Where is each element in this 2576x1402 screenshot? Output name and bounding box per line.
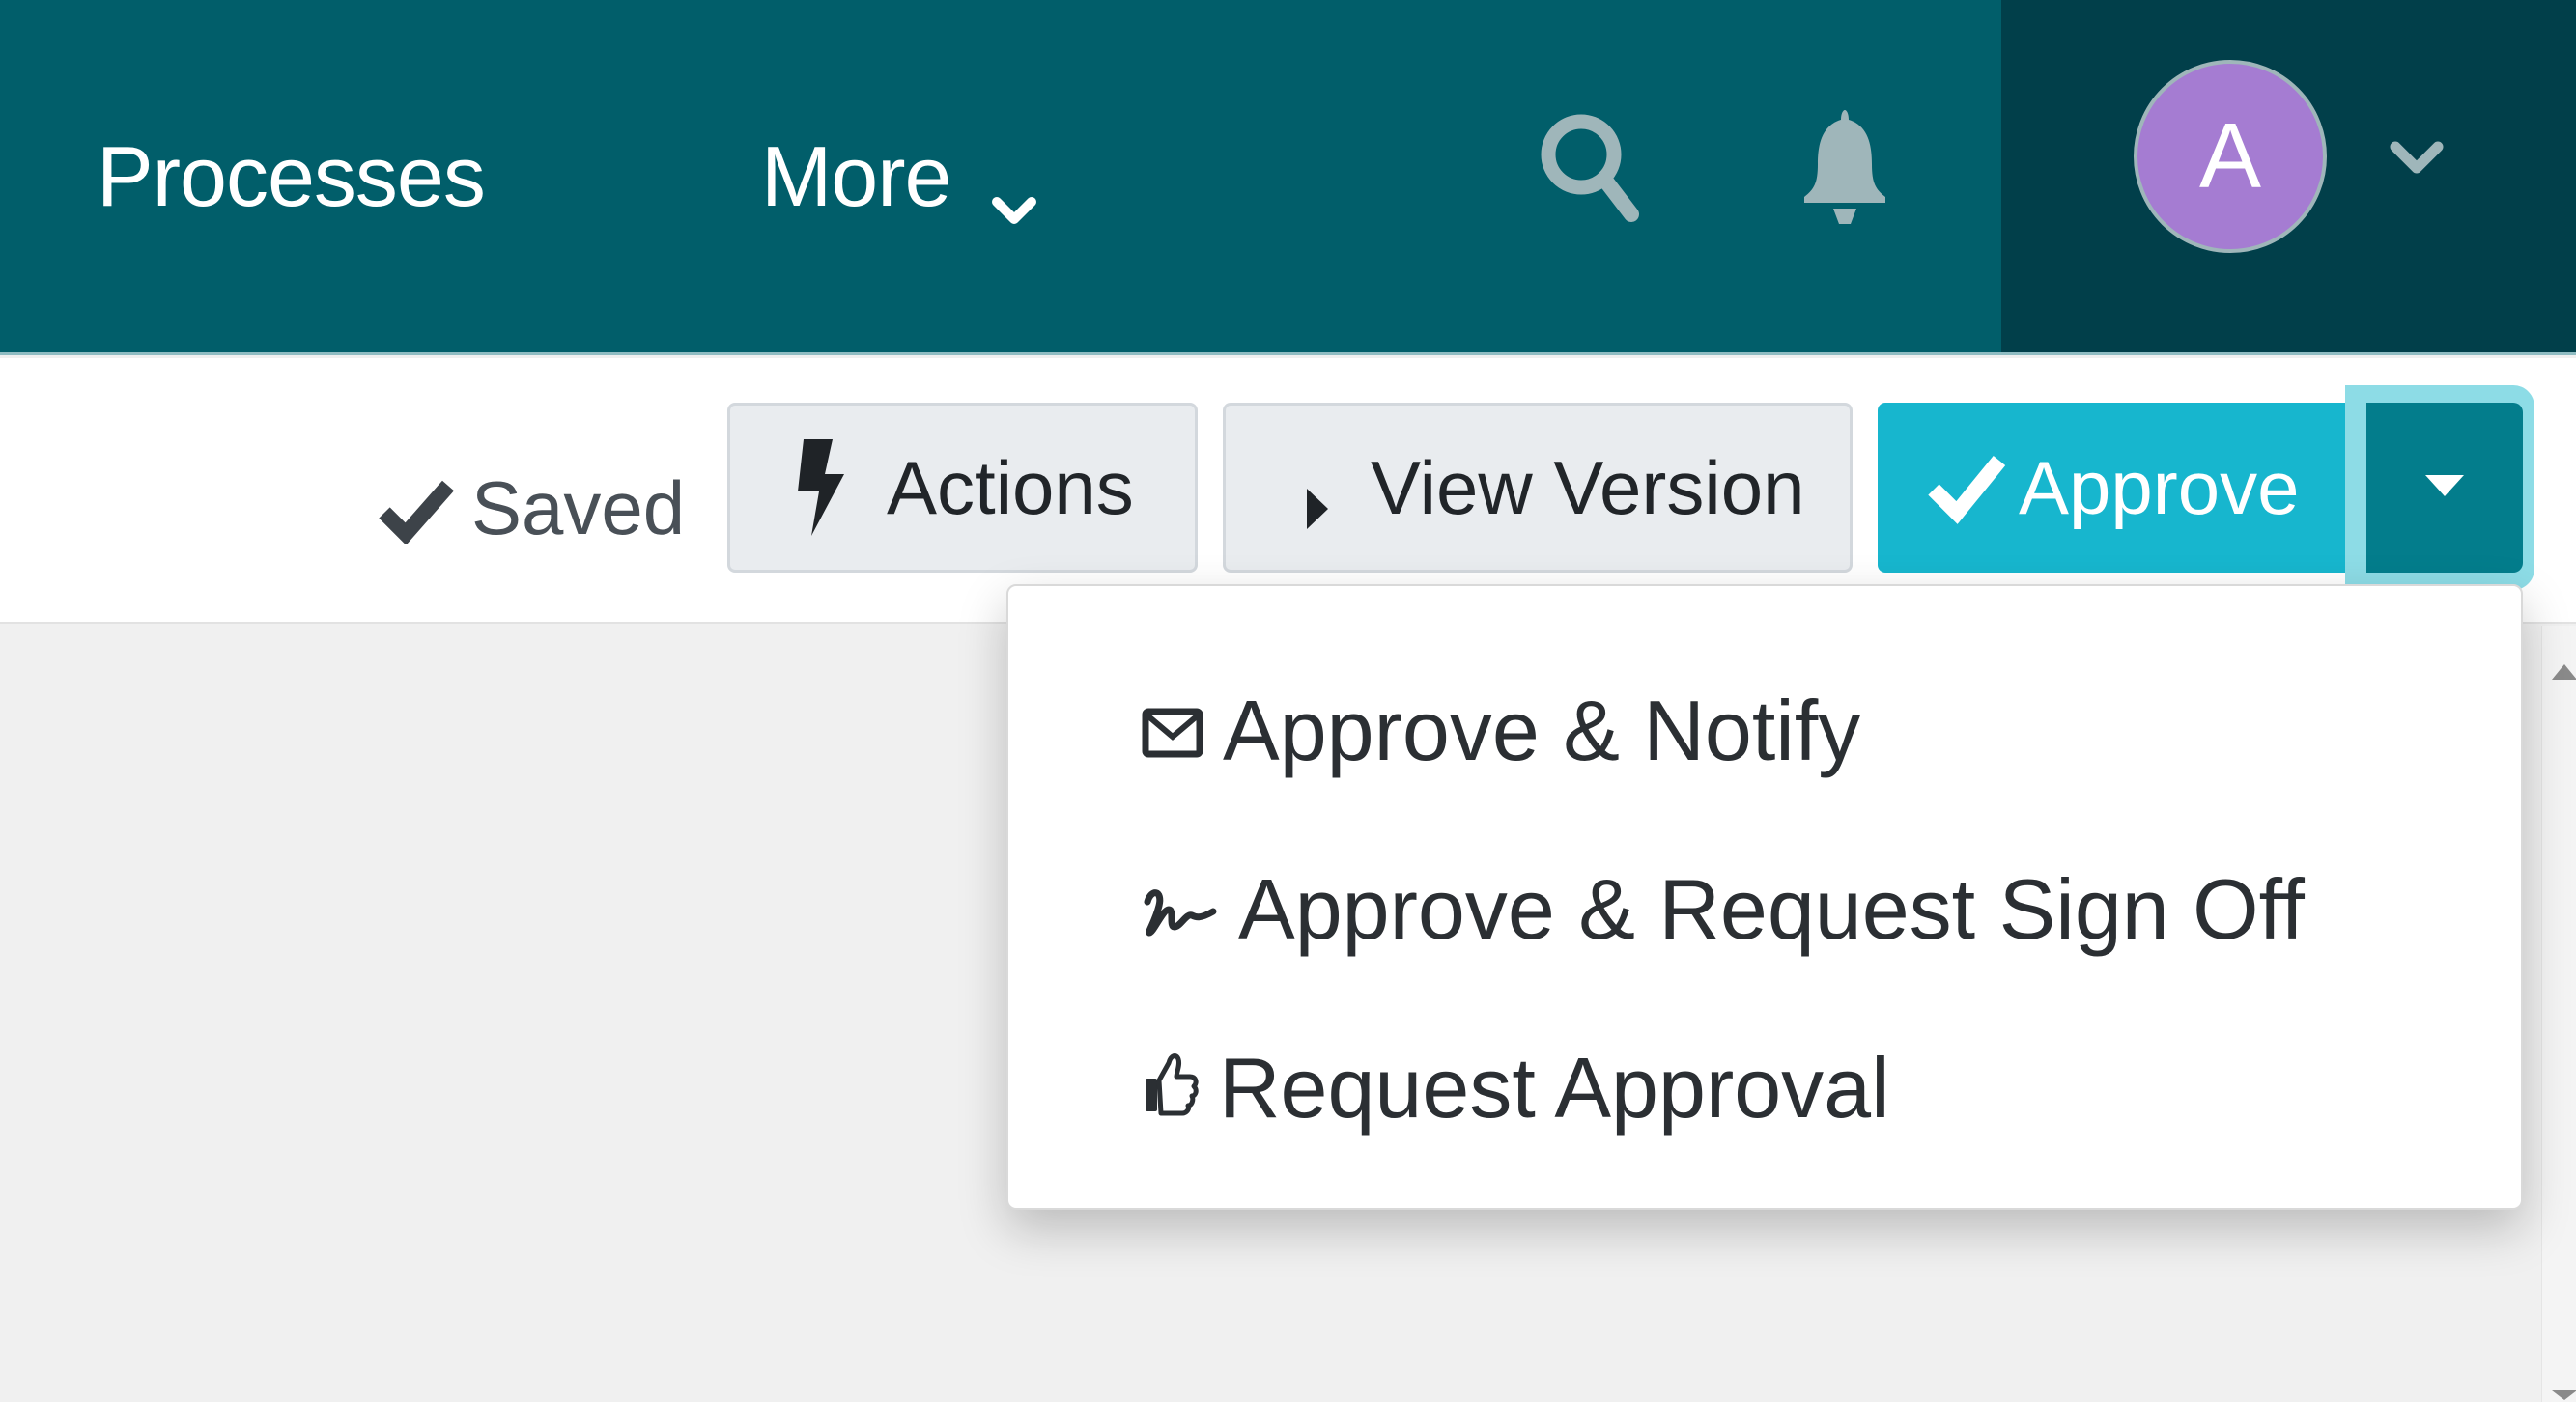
notifications-button[interactable] [1787,106,1903,232]
menu-item-approve-request-sign-off[interactable]: Approve & Request Sign Off [1008,823,2521,996]
view-version-button[interactable]: View Version [1223,403,1853,573]
top-navbar: Processes More A [0,0,2576,355]
approve-dropdown-menu: Approve & Notify Approve & Request Sign … [1006,584,2523,1210]
bell-icon [1787,104,1903,235]
approve-label: Approve [2019,444,2300,530]
save-status-label: Saved [471,464,686,550]
view-version-label: View Version [1371,444,1805,530]
actions-label: Actions [887,444,1134,530]
bolt-icon [794,439,848,536]
nav-processes-link[interactable]: Processes [97,0,486,352]
thumbs-up-icon [1142,1039,1200,1137]
actions-button[interactable]: Actions [727,403,1198,573]
scroll-down-arrow[interactable] [2552,1390,2576,1400]
approve-button[interactable]: Approve [1878,403,2370,573]
menu-item-label: Request Approval [1219,1040,1890,1136]
caret-down-icon [2423,471,2466,505]
menu-item-label: Approve & Request Sign Off [1238,861,2305,957]
search-button[interactable] [1531,106,1647,232]
search-icon [1531,104,1647,235]
menu-item-request-approval[interactable]: Request Approval [1008,1001,2521,1175]
scroll-up-arrow[interactable] [2552,664,2576,680]
menu-item-label: Approve & Notify [1223,683,1861,778]
envelope-icon [1142,682,1203,780]
chevron-down-icon[interactable] [2388,133,2446,182]
user-menu: A [2001,0,2576,352]
check-icon [1926,451,2007,524]
nav-more-label: More [761,127,951,224]
caret-right-icon [1303,463,1332,529]
chevron-down-icon [991,154,1036,224]
nav-more-dropdown[interactable]: More [761,0,1036,352]
signature-icon [1142,860,1219,959]
save-status: Saved [377,450,685,566]
menu-item-approve-notify[interactable]: Approve & Notify [1008,644,2521,818]
avatar-initial: A [2198,104,2262,208]
nav-processes-label: Processes [97,127,486,224]
vertical-scrollbar[interactable] [2541,626,2576,1402]
check-icon [377,474,456,546]
avatar[interactable]: A [2134,60,2327,253]
approve-dropdown-toggle[interactable] [2366,403,2523,573]
